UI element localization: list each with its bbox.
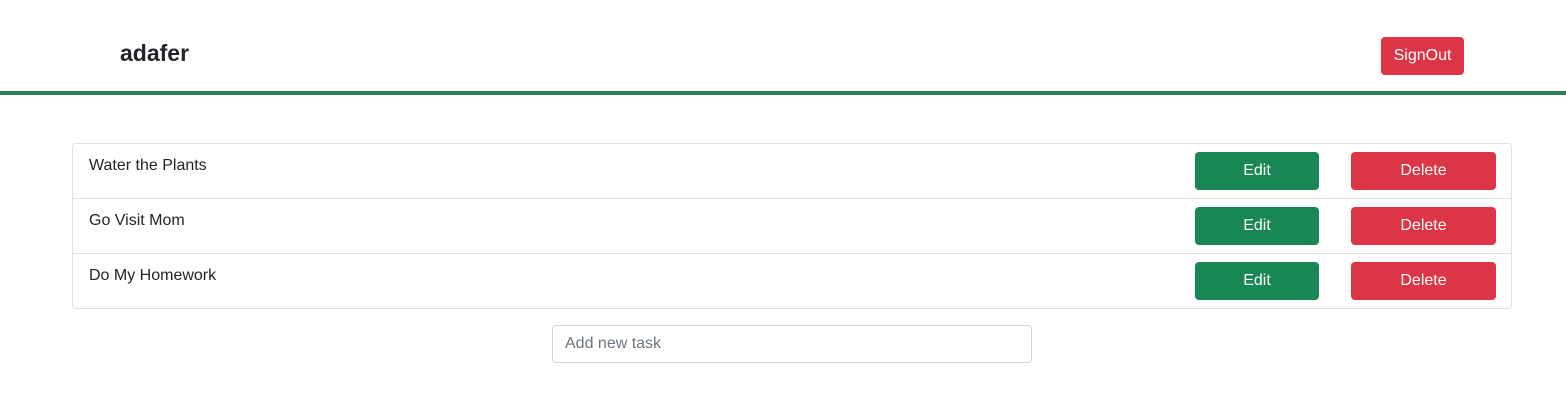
edit-task-button[interactable]: Edit bbox=[1195, 152, 1319, 190]
task-item: Go Visit Mom Edit Delete bbox=[73, 199, 1511, 254]
task-text: Do My Homework bbox=[89, 267, 217, 284]
task-list: Water the Plants Edit Delete Go Visit Mo… bbox=[72, 143, 1512, 309]
edit-task-button[interactable]: Edit bbox=[1195, 262, 1319, 300]
task-text: Water the Plants bbox=[89, 157, 207, 174]
username-label: adafer bbox=[120, 40, 190, 66]
app-header: adafer SignOut bbox=[0, 0, 1566, 95]
task-text: Go Visit Mom bbox=[89, 212, 185, 229]
delete-task-button[interactable]: Delete bbox=[1351, 152, 1496, 190]
signout-button[interactable]: SignOut bbox=[1381, 37, 1464, 75]
task-item: Water the Plants Edit Delete bbox=[73, 144, 1511, 199]
new-task-input[interactable] bbox=[552, 325, 1032, 363]
task-item: Do My Homework Edit Delete bbox=[73, 254, 1511, 309]
delete-task-button[interactable]: Delete bbox=[1351, 207, 1496, 245]
edit-task-button[interactable]: Edit bbox=[1195, 207, 1319, 245]
delete-task-button[interactable]: Delete bbox=[1351, 262, 1496, 300]
